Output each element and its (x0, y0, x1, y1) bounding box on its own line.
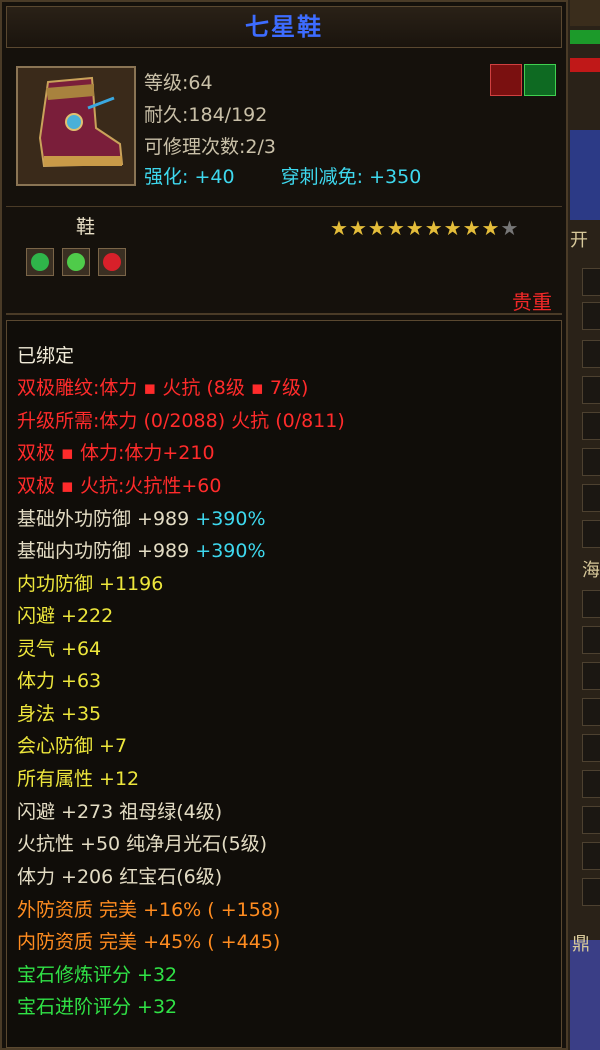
bg-cell (582, 806, 600, 834)
bg-cell (582, 842, 600, 870)
pierce-value: +350 (369, 166, 422, 188)
attributes-box: 已绑定 双极雕纹:体力 ▪ 火抗 (8级 ▪ 7级) 升级所需:体力 (0/20… (6, 320, 562, 1048)
enhance-line: 强化: +40 穿刺减免: +350 (144, 162, 421, 189)
bg-mana-bar (570, 58, 600, 72)
gem-ruby-line: 体力 +206 红宝石(6级) (17, 866, 223, 888)
base-inner-defense-line: 基础内功防御 +989 +390% (17, 536, 266, 563)
emerald-gem-icon (31, 253, 49, 271)
gem-advance-score-line: 宝石进阶评分 +32 (17, 996, 178, 1018)
bg-cell (582, 302, 600, 330)
bg-cell (582, 662, 600, 690)
item-name: 七星鞋 (245, 13, 323, 41)
gem-slot-green[interactable] (26, 248, 54, 276)
item-tooltip-panel: 七星鞋 等级:64 耐久:184/192 可修理次数:2/3 强化: +40 穿… (0, 0, 568, 1050)
outer-aptitude-line: 外防资质 完美 +16% ( +158) (17, 899, 281, 921)
star-filled-icon: ★ (462, 216, 482, 240)
twin-stamina-line: 双极 ▪ 体力:体力+210 (17, 442, 215, 464)
crit-defense-line: 会心防御 +7 (17, 735, 128, 757)
agility-line: 身法 +35 (17, 703, 102, 725)
bg-glyph-1: 开 (570, 230, 588, 251)
bg-cell (582, 268, 600, 296)
item-header: 等级:64 耐久:184/192 可修理次数:2/3 强化: +40 穿刺减免:… (6, 56, 562, 207)
star-filled-icon: ★ (481, 216, 501, 240)
dragon-emblem-green-icon (524, 64, 556, 96)
star-filled-icon: ★ (424, 216, 444, 240)
spirit-line: 灵气 +64 (17, 638, 102, 660)
bg-cell (582, 698, 600, 726)
star-filled-icon: ★ (330, 216, 349, 240)
gem-emerald-line: 闪避 +273 祖母绿(4级) (17, 801, 223, 823)
bg-glyph-2: 海 (582, 560, 600, 581)
inner-defense-line: 内功防御 +1196 (17, 573, 164, 595)
base-outer-defense-line: 基础外功防御 +989 +390% (17, 504, 266, 531)
star-filled-icon: ★ (367, 216, 387, 240)
boot-icon (18, 68, 134, 184)
dodge-line: 闪避 +222 (17, 605, 114, 627)
bg-cell (582, 412, 600, 440)
title-bar: 七星鞋 (6, 6, 562, 48)
bg-cell (582, 448, 600, 476)
stamina-line: 体力 +63 (17, 670, 102, 692)
star-filled-icon: ★ (386, 216, 406, 240)
bg-cell (582, 340, 600, 368)
dragon-emblem-red-icon (490, 64, 522, 96)
bg-top-bar (570, 0, 600, 26)
item-type-section: 鞋 ★★★★★★★★★★ 贵重 (6, 208, 562, 315)
bg-glyph-3: 鼎 (572, 934, 590, 955)
item-repairs: 可修理次数:2/3 (144, 136, 276, 158)
bg-cell (582, 376, 600, 404)
carving-line: 双极雕纹:体力 ▪ 火抗 (8级 ▪ 7级) (17, 377, 309, 399)
twin-fire-resist-line: 双极 ▪ 火抗:火抗性+60 (17, 475, 222, 497)
bg-scene-bottom (570, 940, 600, 1050)
bg-cell (582, 770, 600, 798)
bg-cell (582, 878, 600, 906)
star-rating: ★★★★★★★★★★ (330, 216, 519, 240)
quality-label: 贵重 (512, 290, 552, 314)
bg-cell (582, 590, 600, 618)
base-outer-defense: 基础外功防御 +989 (17, 508, 190, 530)
base-inner-defense: 基础内功防御 +989 (17, 540, 190, 562)
bg-cell (582, 734, 600, 762)
gem-slot-moonstone[interactable] (62, 248, 90, 276)
ruby-gem-icon (103, 253, 121, 271)
star-filled-icon: ★ (405, 216, 425, 240)
bg-scene (570, 130, 600, 220)
bg-cell (582, 626, 600, 654)
item-icon-boot (16, 66, 136, 186)
inner-aptitude-line: 内防资质 完美 +45% ( +445) (17, 931, 281, 953)
gem-refine-score-line: 宝石修炼评分 +32 (17, 964, 178, 986)
gem-moonstone-line: 火抗性 +50 纯净月光石(5级) (17, 833, 268, 855)
moonstone-gem-icon (67, 253, 85, 271)
bg-cell (582, 484, 600, 512)
star-empty-icon: ★ (500, 216, 520, 240)
base-inner-defense-pct: +390% (195, 540, 266, 562)
item-level: 等级:64 (144, 72, 213, 94)
bg-health-bar (570, 30, 600, 44)
item-type: 鞋 (76, 216, 96, 238)
star-filled-icon: ★ (443, 216, 463, 240)
enhance-label: 强化: (144, 166, 189, 188)
enhance-value: +40 (194, 166, 235, 188)
base-outer-defense-pct: +390% (195, 508, 266, 530)
star-filled-icon: ★ (348, 216, 368, 240)
bound-status: 已绑定 (17, 345, 75, 367)
gem-slot-ruby[interactable] (98, 248, 126, 276)
all-attributes-line: 所有属性 +12 (17, 768, 140, 790)
upgrade-requirement-line: 升级所需:体力 (0/2088) 火抗 (0/811) (17, 410, 345, 432)
item-durability: 耐久:184/192 (144, 104, 268, 126)
bg-cell (582, 520, 600, 548)
pierce-label: 穿刺减免: (280, 166, 364, 188)
